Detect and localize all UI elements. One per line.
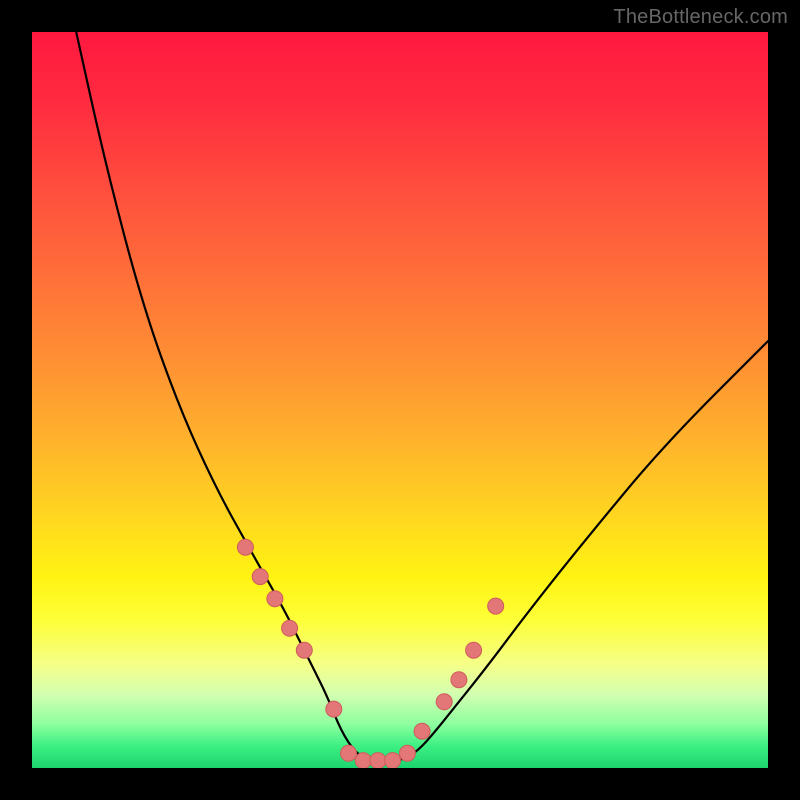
watermark-text: TheBottleneck.com: [613, 6, 788, 29]
marker-left-arm: [237, 539, 253, 555]
plot-area: [32, 32, 768, 768]
marker-right-arm: [466, 642, 482, 658]
marker-right-arm: [414, 723, 430, 739]
marker-left-arm: [326, 701, 342, 717]
marker-right-arm: [451, 672, 467, 688]
marker-group: [237, 539, 503, 768]
marker-left-arm: [296, 642, 312, 658]
marker-trough: [341, 745, 357, 761]
curve-layer: [32, 32, 768, 768]
marker-left-arm: [282, 620, 298, 636]
chart-frame: TheBottleneck.com: [0, 0, 800, 800]
marker-trough: [370, 753, 386, 768]
marker-trough: [385, 753, 401, 768]
marker-right-arm: [436, 694, 452, 710]
marker-left-arm: [267, 591, 283, 607]
marker-trough: [399, 745, 415, 761]
bottleneck-curve: [76, 32, 768, 761]
marker-left-arm: [252, 569, 268, 585]
marker-trough: [355, 753, 371, 768]
marker-right-arm: [488, 598, 504, 614]
